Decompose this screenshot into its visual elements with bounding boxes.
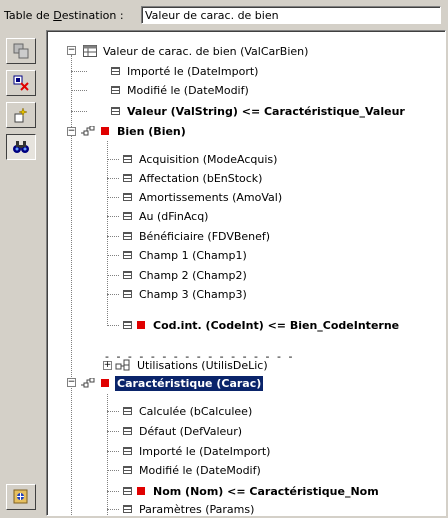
left-toolbar [2,30,43,516]
collapse-toggle[interactable]: − [67,46,76,55]
field-icon [111,67,120,75]
add-field-icon [14,107,28,123]
tree-field[interactable]: Affectation (bEnStock) [123,169,264,187]
tree-line [107,509,119,510]
tree-line [107,159,119,160]
tree-line [107,294,119,295]
tree-field[interactable]: Importé le (DateImport) [123,442,272,460]
tree-field[interactable]: Bénéficiaire (FDVBenef) [123,227,272,245]
tree-field[interactable]: Modifié le (DateModif) [111,81,251,99]
scripts-icon [13,489,28,504]
field-icon [123,407,132,415]
delete-link-button[interactable] [6,70,36,96]
link-icon [81,378,95,388]
tree-line [107,197,119,198]
tree-link-bien[interactable]: Bien (Bien) [81,122,188,140]
tree-link-carac[interactable]: Caractéristique (Carac) [81,374,264,392]
tree-line [71,111,87,112]
tree-line [107,255,119,256]
tree-line [107,431,119,432]
tree-line [71,71,87,72]
tree-line [107,236,119,237]
field-icon [123,232,132,240]
tree-line [107,394,108,515]
field-icon [123,321,132,329]
field-icon [123,290,132,298]
tree-field[interactable]: Modifié le (DateModif) [123,461,263,479]
mapping-tree[interactable]: − − + − Valeur de carac. de bien (ValCar… [46,30,446,516]
tree-field[interactable]: Défaut (DefValeur) [123,422,244,440]
field-icon [123,447,132,455]
tree-line [107,491,119,492]
tree-line [107,325,119,326]
field-icon [123,466,132,474]
field-icon [123,487,132,495]
tree-field[interactable]: Au (dFinAcq) [123,207,210,225]
scripts-button[interactable] [6,484,36,510]
tree-link-utilisations[interactable]: Utilisations (UtilisDeLic) [115,356,270,374]
copy-table-button[interactable] [6,38,36,64]
add-field-button[interactable] [6,102,36,128]
delete-link-icon [13,75,29,91]
field-icon [123,505,132,513]
tree-field-mapped[interactable]: Nom (Nom) <= Caractéristique_Nom [123,482,381,500]
tree-line [107,275,119,276]
tree-line [107,141,108,326]
field-icon [123,427,132,435]
tree-field[interactable]: Calculée (bCalculee) [123,402,254,420]
tree-field[interactable]: Acquisition (ModeAcquis) [123,150,279,168]
mapped-marker-icon [101,379,109,387]
tree-field[interactable]: Importé le (DateImport) [111,62,260,80]
field-icon [111,86,120,94]
tree-line [107,470,119,471]
link-icon [115,359,130,371]
destination-label: Table de Destination : [4,9,124,22]
tree-line [107,451,119,452]
destination-bar: Table de Destination : [0,0,448,30]
tree-root-table[interactable]: Valeur de carac. de bien (ValCarBien) [83,42,310,60]
tree-field[interactable]: Champ 2 (Champ2) [123,266,249,284]
collapse-toggle[interactable]: − [67,378,76,387]
mapped-marker-icon [137,321,145,329]
tree-field-mapped[interactable]: Valeur (ValString) <= Caractéristique_Va… [111,102,407,120]
collapse-toggle[interactable]: − [67,127,76,136]
field-icon [123,155,132,163]
field-icon [123,174,132,182]
tree-field[interactable]: Champ 3 (Champ3) [123,285,249,303]
tree-field[interactable]: Amortissements (AmoVal) [123,188,284,206]
tree-line [71,90,87,91]
tree-field[interactable]: Paramètres (Params) [123,500,256,515]
table-icon [83,45,97,57]
field-icon [123,212,132,220]
binoculars-icon [13,141,29,153]
destination-table-field[interactable] [141,6,441,24]
field-icon [123,251,132,259]
field-icon [123,271,132,279]
copy-table-icon [13,43,29,59]
tree-line [71,55,72,515]
tree-line [107,411,119,412]
tree-line [107,178,119,179]
field-icon [123,193,132,201]
mapped-marker-icon [101,127,109,135]
tree-field[interactable]: Champ 1 (Champ1) [123,246,249,264]
tree-field-mapped[interactable]: Cod.int. (CodeInt) <= Bien_CodeInterne [123,316,401,334]
find-button[interactable] [6,134,36,160]
tree-line [107,216,119,217]
mapped-marker-icon [137,487,145,495]
field-icon [111,107,120,115]
link-icon [81,126,95,136]
